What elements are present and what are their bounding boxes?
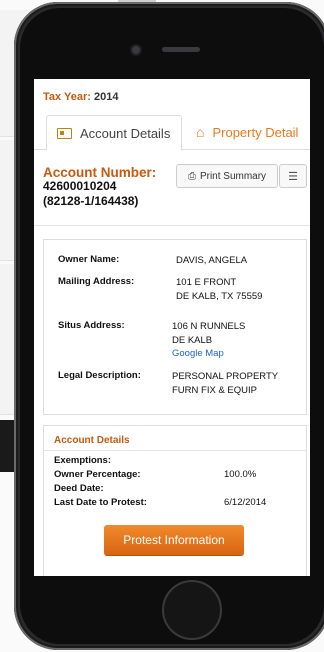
mailing-line-2: DE KALB, TX 75559 <box>176 290 263 302</box>
home-icon: ⌂ <box>196 124 205 140</box>
print-summary-label: Print Summary <box>199 170 267 182</box>
situs-line-1: 106 N RUNNELS <box>172 321 246 332</box>
tab-label: Account Details <box>80 125 171 141</box>
account-details-panel: Account Details Exemptions: Owner Percen… <box>43 425 307 576</box>
printer-icon: ⎙ <box>187 170 196 182</box>
deed-date-label: Deed Date: <box>54 483 104 494</box>
legal-description-label: Legal Description: <box>58 370 141 381</box>
print-summary-button[interactable]: ⎙ Print Summary <box>176 164 278 188</box>
exemptions-label: Exemptions: <box>54 455 112 466</box>
account-number-label: Account Number: <box>43 165 157 180</box>
account-number-sub: (82128-1/164438) <box>43 194 139 208</box>
divider <box>44 450 306 451</box>
owner-percentage-label: Owner Percentage: <box>54 469 141 480</box>
protest-information-button[interactable]: Protest Information <box>104 525 244 555</box>
mailing-line-1: 101 E FRONT <box>176 277 237 288</box>
home-button[interactable] <box>164 582 220 638</box>
speaker-grille <box>162 47 200 52</box>
last-protest-date-value: 6/12/2014 <box>224 497 267 508</box>
account-number: 42600010204 (82128-1/164438) <box>43 179 138 209</box>
google-map-link[interactable]: Google Map <box>172 347 245 361</box>
tax-year-label: Tax Year: <box>43 91 91 103</box>
owner-name: DAVIS, ANGELA <box>176 255 248 266</box>
owner-info-panel: Owner Name: DAVIS, ANGELA Mailing Addres… <box>43 239 307 415</box>
divider <box>34 225 310 226</box>
owner-name-label: Owner Name: <box>58 254 120 265</box>
situs-address: 106 N RUNNELS DE KALB Google Map <box>172 320 245 361</box>
owner-percentage-value: 100.0% <box>224 469 257 480</box>
camera-icon <box>132 46 140 54</box>
situs-line-2: DE KALB <box>172 334 213 346</box>
list-view-button[interactable]: ☰ <box>279 164 307 188</box>
last-protest-date-label: Last Date to Protest: <box>54 497 147 508</box>
tax-year: Tax Year: 2014 <box>43 91 118 103</box>
id-card-icon <box>57 127 72 139</box>
tab-account-details[interactable]: Account Details <box>46 115 182 151</box>
mailing-address: 101 E FRONT DE KALB, TX 75559 <box>176 276 262 303</box>
tab-bar: Account Details ⌂ Property Detail <box>34 115 310 151</box>
screen: Tax Year: 2014 Account Details ⌂ Propert… <box>34 79 310 576</box>
tab-property-detail[interactable]: ⌂ Property Detail <box>186 115 310 149</box>
account-details-title: Account Details <box>54 435 130 446</box>
legal-description: PERSONAL PROPERTY FURN FIX & EQUIP <box>172 370 278 397</box>
situs-address-label: Situs Address: <box>58 320 125 331</box>
legal-line-2: FURN FIX & EQUIP <box>172 384 257 396</box>
account-number-value: 42600010204 <box>43 179 117 193</box>
legal-line-1: PERSONAL PROPERTY <box>172 371 279 382</box>
mailing-address-label: Mailing Address: <box>58 276 135 287</box>
list-icon: ☰ <box>288 170 298 183</box>
tab-label: Property Detail <box>212 124 299 140</box>
tax-year-value: 2014 <box>93 91 119 103</box>
